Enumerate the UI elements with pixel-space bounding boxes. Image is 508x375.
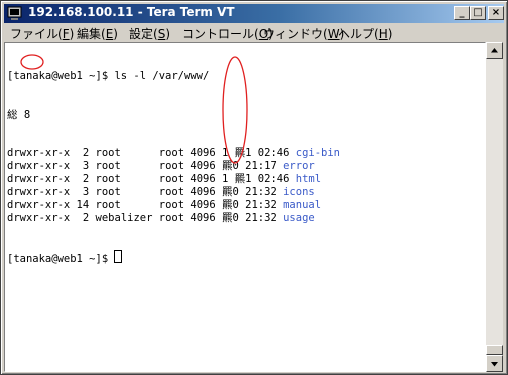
menu-bar: ファイル(F) 編集(E) 設定(S) コントロール(O) ウィンドウ(W) ヘ… [4,23,504,42]
ls-size: 4096 [190,198,216,211]
ls-perms: drwxr-xr-x [7,147,71,160]
ls-size: 4096 [190,185,216,198]
ls-date: 1 羆1 02:46 [222,147,290,160]
cursor [114,250,123,264]
ls-perms: drwxr-xr-x [7,185,71,198]
ls-size: 4096 [190,147,216,160]
ls-date: 羆0 21:32 [222,211,277,224]
final-prompt: [tanaka@web1 ~]$ [7,250,340,265]
scroll-down-icon [491,362,498,367]
ls-size: 4096 [190,173,216,185]
ls-owner: root [95,160,153,173]
ls-links: 2 [76,173,90,185]
close-icon: × [491,7,501,18]
ls-links: 3 [76,185,90,198]
ls-name: cgi-bin [295,147,341,160]
ls-entry-row: drwxr-xr-x 2 root root 4096 1 羆1 02:46 c… [7,147,340,160]
menu-edit[interactable]: 編集(E) [77,25,118,42]
ls-owner: root [95,173,153,185]
ls-perms: drwxr-xr-x [7,198,71,211]
menu-help[interactable]: ヘルプ(H) [338,25,392,42]
ls-date: 羆0 21:17 [222,160,277,173]
command-line: [tanaka@web1 ~]$ ls -l /var/www/ [7,69,210,82]
ls-name: error [283,160,315,173]
scrollbar-thumb[interactable] [486,345,503,355]
terminal-area[interactable]: [tanaka@web1 ~]$ ls -l /var/www/ 総 8 drw… [4,42,486,372]
ls-perms: drwxr-xr-x [7,211,71,224]
ls-entry-row: drwxr-xr-x 2 webalizer root 4096 羆0 21:3… [7,212,340,225]
ls-group: root [158,211,185,224]
teraterm-window: 192.168.100.11 - Tera Term VT _ □ × ファイル… [0,0,508,375]
window-title: 192.168.100.11 - Tera Term VT [28,5,235,19]
title-bar[interactable]: 192.168.100.11 - Tera Term VT _ □ × [4,4,504,23]
ls-group: root [158,198,185,211]
total-line: 総 8 [7,108,31,121]
ls-date: 羆0 21:32 [222,185,277,198]
maximize-icon: □ [473,7,483,18]
ls-group: root [158,173,185,185]
ls-perms: drwxr-xr-x [7,173,71,185]
vertical-scrollbar[interactable] [486,42,503,372]
teraterm-app-icon[interactable] [7,6,22,21]
ls-group: root [158,160,185,173]
scroll-down-button[interactable] [486,355,503,372]
terminal-text: [tanaka@web1 ~]$ ls -l /var/www/ 総 8 drw… [7,44,340,289]
menu-settings[interactable]: 設定(S) [129,25,170,42]
ls-entry-row: drwxr-xr-x 3 root root 4096 羆0 21:17 err… [7,160,340,173]
ls-entry-row: drwxr-xr-x 3 root root 4096 羆0 21:32 ico… [7,186,340,199]
minimize-icon: _ [459,7,465,18]
close-button[interactable]: × [488,6,504,20]
ls-entry-row: drwxr-xr-x 14 root root 4096 羆0 21:32 ma… [7,199,340,212]
ls-perms: drwxr-xr-x [7,160,71,173]
ls-name: usage [283,211,315,224]
scroll-up-button[interactable] [486,42,503,59]
ls-name: manual [283,198,322,211]
menu-file[interactable]: ファイル(F) [10,25,74,42]
ls-group: root [158,147,185,160]
ls-name: icons [283,185,315,198]
scroll-up-icon [491,48,498,53]
ls-date: 1 羆1 02:46 [222,173,290,185]
ls-owner: root [95,147,153,160]
menu-window[interactable]: ウィンドウ(W) [263,25,344,42]
ls-owner: root [95,198,153,211]
ls-links: 2 [76,147,90,160]
ls-links: 3 [76,160,90,173]
maximize-button[interactable]: □ [470,6,486,20]
ls-links: 2 [76,211,90,224]
ls-owner: root [95,185,153,198]
ls-owner: webalizer [95,211,153,224]
ls-group: root [158,185,185,198]
ls-links: 14 [76,198,90,211]
menu-control[interactable]: コントロール(O) [182,25,273,42]
ls-entry-row: drwxr-xr-x 2 root root 4096 1 羆1 02:46 h… [7,173,340,186]
minimize-button[interactable]: _ [454,6,470,20]
ls-date: 羆0 21:32 [222,198,277,211]
ls-size: 4096 [190,160,216,173]
ls-size: 4096 [190,211,216,224]
ls-name: html [295,173,322,185]
